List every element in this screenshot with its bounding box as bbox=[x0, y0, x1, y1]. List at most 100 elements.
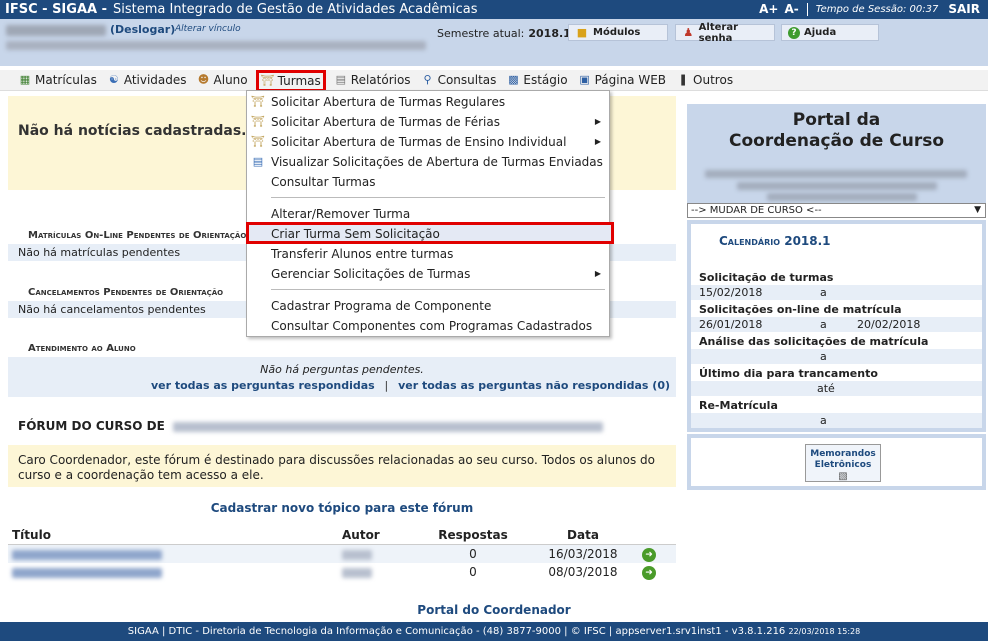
table-header-row: Título Autor Respostas Data bbox=[8, 526, 676, 545]
new-topic-link[interactable]: Cadastrar novo tópico para este fórum bbox=[8, 501, 676, 515]
course-info-redacted bbox=[705, 170, 967, 178]
menu-label: Consultas bbox=[437, 73, 497, 87]
no-questions-text: Não há perguntas pendentes. bbox=[260, 363, 424, 376]
semestre-value: 2018.1 bbox=[528, 27, 571, 40]
course-info-redacted bbox=[737, 182, 937, 190]
menu-item-visualizar-solicitacoes[interactable]: ▤ Visualizar Solicitações de Abertura de… bbox=[253, 153, 605, 171]
calendar-inner: Calendário 2018.1 Solicitação de turmas … bbox=[691, 224, 982, 428]
modulos-label: Módulos bbox=[593, 27, 641, 38]
building-icon: ⛩ bbox=[251, 95, 265, 108]
footer-text: SIGAA | DTIC - Diretoria de Tecnologia d… bbox=[127, 626, 786, 637]
menu-matriculas[interactable]: ▦ Matrículas bbox=[16, 71, 99, 90]
mudar-curso-select[interactable]: --> MUDAR DE CURSO <-- ▼ bbox=[687, 203, 986, 218]
cal-start: 15/02/2018 bbox=[699, 286, 763, 299]
alterar-senha-button[interactable]: ♟ Alterar senha bbox=[675, 22, 775, 44]
atividades-icon: ☯ bbox=[108, 73, 119, 86]
menu-pagina-web[interactable]: ▣ Página WEB bbox=[576, 71, 668, 90]
menu-item-label: Solicitar Abertura de Turmas de Ensino I… bbox=[271, 135, 567, 149]
menu-item-label: Consultar Turmas bbox=[271, 175, 376, 189]
search-icon: ⚲ bbox=[423, 73, 432, 86]
cal-value-row: 15/02/2018 a bbox=[691, 285, 982, 300]
topic-title-redacted[interactable] bbox=[8, 544, 338, 563]
semestre-atual: Semestre atual: 2018.1 bbox=[437, 27, 571, 40]
menu-label: Turmas bbox=[277, 74, 321, 88]
col-respostas: Respostas bbox=[418, 526, 528, 545]
cal-label-analise: Análise das solicitações de matrícula bbox=[699, 335, 929, 348]
menu-relatorios[interactable]: ▤ Relatórios bbox=[332, 71, 413, 90]
cal-label-solicitacoes-matricula: Solicitações on-line de matrícula bbox=[699, 303, 902, 316]
calendar-title-label: Calendário bbox=[719, 234, 781, 248]
estagio-icon: ▩ bbox=[508, 73, 519, 86]
forum-title: FÓRUM DO CURSO DE bbox=[18, 419, 603, 433]
menu-item-label: Criar Turma Sem Solicitação bbox=[271, 227, 440, 241]
semestre-label: Semestre atual: bbox=[437, 27, 525, 40]
topic-action-cell: ➜ bbox=[638, 544, 676, 563]
alterar-vinculo-link[interactable]: Alterar vínculo bbox=[175, 24, 241, 34]
divider bbox=[806, 2, 808, 16]
menu-item-gerenciar-solicitacoes[interactable]: Gerenciar Solicitações de Turmas ▶ bbox=[271, 265, 605, 283]
portal-title: Portal da Coordenação de Curso bbox=[687, 110, 986, 152]
portal-coordenador-link[interactable]: Portal do Coordenador bbox=[0, 603, 988, 617]
menu-item-solicitar-ferias[interactable]: ⛩ Solicitar Abertura de Turmas de Férias… bbox=[251, 113, 605, 131]
menu-item-label: Alterar/Remover Turma bbox=[271, 207, 411, 221]
deslogar-link[interactable]: (Deslogar) bbox=[110, 23, 175, 36]
turmas-dropdown-menu: ⛩ Solicitar Abertura de Turmas Regulares… bbox=[246, 90, 614, 337]
menu-label: Aluno bbox=[213, 73, 248, 87]
menu-divider bbox=[271, 289, 605, 290]
arrow-right-icon[interactable]: ➜ bbox=[642, 548, 656, 562]
aluno-icon: ☻ bbox=[197, 73, 210, 86]
memorandos-label-1: Memorandos bbox=[810, 449, 876, 459]
cal-sep: até bbox=[817, 382, 835, 395]
font-increase-button[interactable]: A+ bbox=[759, 2, 778, 16]
font-decrease-button[interactable]: A- bbox=[784, 2, 798, 16]
menu-turmas[interactable]: ⛩ Turmas bbox=[255, 70, 326, 92]
cal-sep: a bbox=[820, 286, 827, 299]
menu-outros[interactable]: ❚ Outros bbox=[674, 71, 735, 90]
arrow-right-icon[interactable]: ➜ bbox=[642, 566, 656, 580]
portal-title-line1: Portal da bbox=[792, 110, 881, 130]
menu-divider bbox=[271, 197, 605, 198]
menu-atividades[interactable]: ☯ Atividades bbox=[105, 71, 189, 90]
top-right-controls: A+ A- Tempo de Sessão: 00:37 SAIR bbox=[759, 2, 980, 16]
topic-title-redacted[interactable] bbox=[8, 563, 338, 581]
brand-label: IFSC - SIGAA - bbox=[5, 2, 107, 17]
menu-consultas[interactable]: ⚲ Consultas bbox=[419, 71, 499, 90]
menu-label: Atividades bbox=[123, 73, 187, 87]
menu-estagio[interactable]: ▩ Estágio bbox=[504, 71, 569, 90]
system-name: Sistema Integrado de Gestão de Atividade… bbox=[112, 2, 478, 17]
menu-item-alterar-remover[interactable]: Alterar/Remover Turma bbox=[271, 205, 605, 223]
ver-nao-respondidas-link[interactable]: ver todas as perguntas não respondidas (… bbox=[398, 379, 670, 392]
turmas-icon: ⛩ bbox=[260, 74, 275, 87]
cal-value-row: a bbox=[691, 349, 982, 364]
cal-label-solicitacao-turmas: Solicitação de turmas bbox=[699, 271, 834, 284]
document-icon: ▤ bbox=[335, 73, 346, 86]
modulos-button[interactable]: ■ Módulos bbox=[568, 24, 668, 41]
menu-aluno[interactable]: ☻ Aluno bbox=[195, 71, 250, 90]
topic-author-redacted bbox=[338, 563, 418, 581]
cal-value-row: a bbox=[691, 413, 982, 428]
view-document-icon: ▤ bbox=[252, 155, 264, 168]
col-autor: Autor bbox=[338, 526, 418, 545]
cal-label-rematricula: Re-Matrícula bbox=[699, 399, 778, 412]
memorandos-eletronicos-button[interactable]: Memorandos Eletrônicos ▧ bbox=[805, 444, 881, 482]
menu-item-criar-turma-sem-solicitacao[interactable]: Criar Turma Sem Solicitação bbox=[271, 225, 605, 243]
submenu-arrow-icon: ▶ bbox=[594, 117, 601, 126]
ver-respondidas-link[interactable]: ver todas as perguntas respondidas bbox=[151, 379, 375, 392]
forum-title-label: FÓRUM DO CURSO DE bbox=[18, 419, 165, 433]
menu-item-solicitar-individual[interactable]: ⛩ Solicitar Abertura de Turmas de Ensino… bbox=[251, 133, 605, 151]
logout-button[interactable]: SAIR bbox=[948, 2, 980, 16]
menu-item-transferir-alunos[interactable]: Transferir Alunos entre turmas bbox=[271, 245, 605, 263]
user-key-icon: ♟ bbox=[683, 25, 694, 39]
menu-item-cadastrar-programa[interactable]: Cadastrar Programa de Componente bbox=[271, 297, 605, 315]
forum-topics-table: Título Autor Respostas Data 0 16/03/2018… bbox=[8, 526, 676, 581]
ajuda-button[interactable]: ? Ajuda bbox=[781, 24, 879, 41]
menu-label: Matrículas bbox=[35, 73, 97, 87]
menu-item-solicitar-regulares[interactable]: ⛩ Solicitar Abertura de Turmas Regulares bbox=[251, 93, 605, 111]
col-titulo: Título bbox=[8, 526, 338, 545]
topic-respostas: 0 bbox=[418, 544, 528, 563]
top-bar: IFSC - SIGAA - Sistema Integrado de Gestã… bbox=[0, 0, 988, 19]
calendar-panel: Calendário 2018.1 Solicitação de turmas … bbox=[687, 220, 986, 432]
menu-item-consultar-turmas[interactable]: Consultar Turmas bbox=[271, 173, 605, 191]
menu-item-consultar-componentes[interactable]: Consultar Componentes com Programas Cada… bbox=[271, 317, 605, 335]
computer-icon: ▧ bbox=[838, 471, 848, 482]
